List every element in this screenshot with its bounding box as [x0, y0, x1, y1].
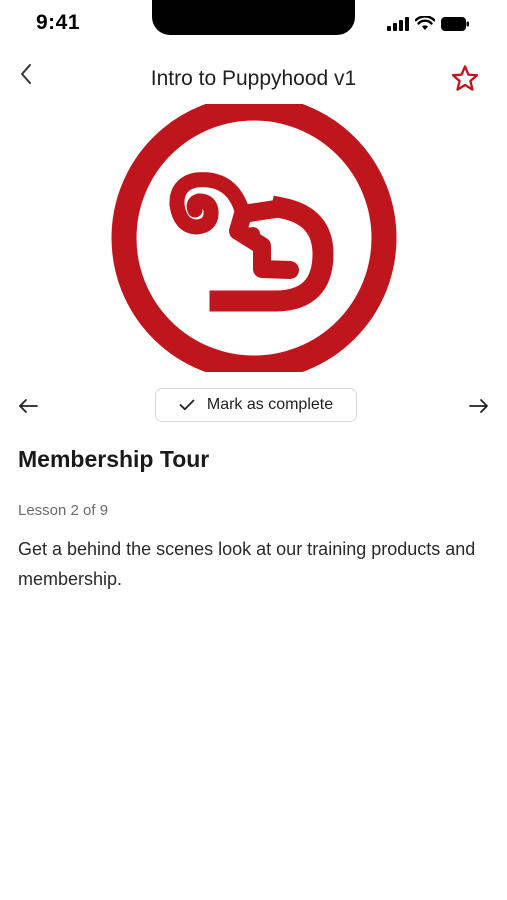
lesson-title: Membership Tour: [18, 446, 210, 472]
status-bar: 9:41: [0, 0, 507, 48]
next-lesson-button[interactable]: [465, 392, 493, 420]
lesson-progress: Lesson 2 of 9: [18, 502, 109, 519]
device-notch: [152, 0, 355, 35]
cellular-signal-icon: [387, 16, 409, 31]
star-outline-icon: [451, 65, 479, 91]
lesson-controls: Mark as complete: [0, 388, 507, 424]
lesson-hero-image: [0, 104, 507, 372]
navigation-bar: Intro to Puppyhood v1: [0, 56, 507, 104]
arrow-right-icon: [469, 399, 488, 413]
lesson-description: Get a behind the scenes look at our trai…: [18, 539, 476, 589]
arrow-left-icon: [19, 399, 38, 413]
checkmark-icon: [179, 399, 195, 411]
favorite-button[interactable]: [449, 63, 481, 95]
battery-icon: [441, 16, 469, 31]
page-title: Intro to Puppyhood v1: [150, 67, 357, 90]
previous-lesson-button[interactable]: [14, 392, 42, 420]
chevron-left-icon: [21, 64, 31, 84]
wifi-icon: [415, 16, 435, 30]
mark-complete-button[interactable]: Mark as complete: [155, 388, 357, 422]
back-button[interactable]: [12, 60, 40, 88]
status-time: 9:41: [36, 11, 81, 34]
status-icons: [387, 16, 469, 31]
mark-complete-label: Mark as complete: [206, 396, 334, 413]
ram-logo-icon: [111, 104, 397, 372]
